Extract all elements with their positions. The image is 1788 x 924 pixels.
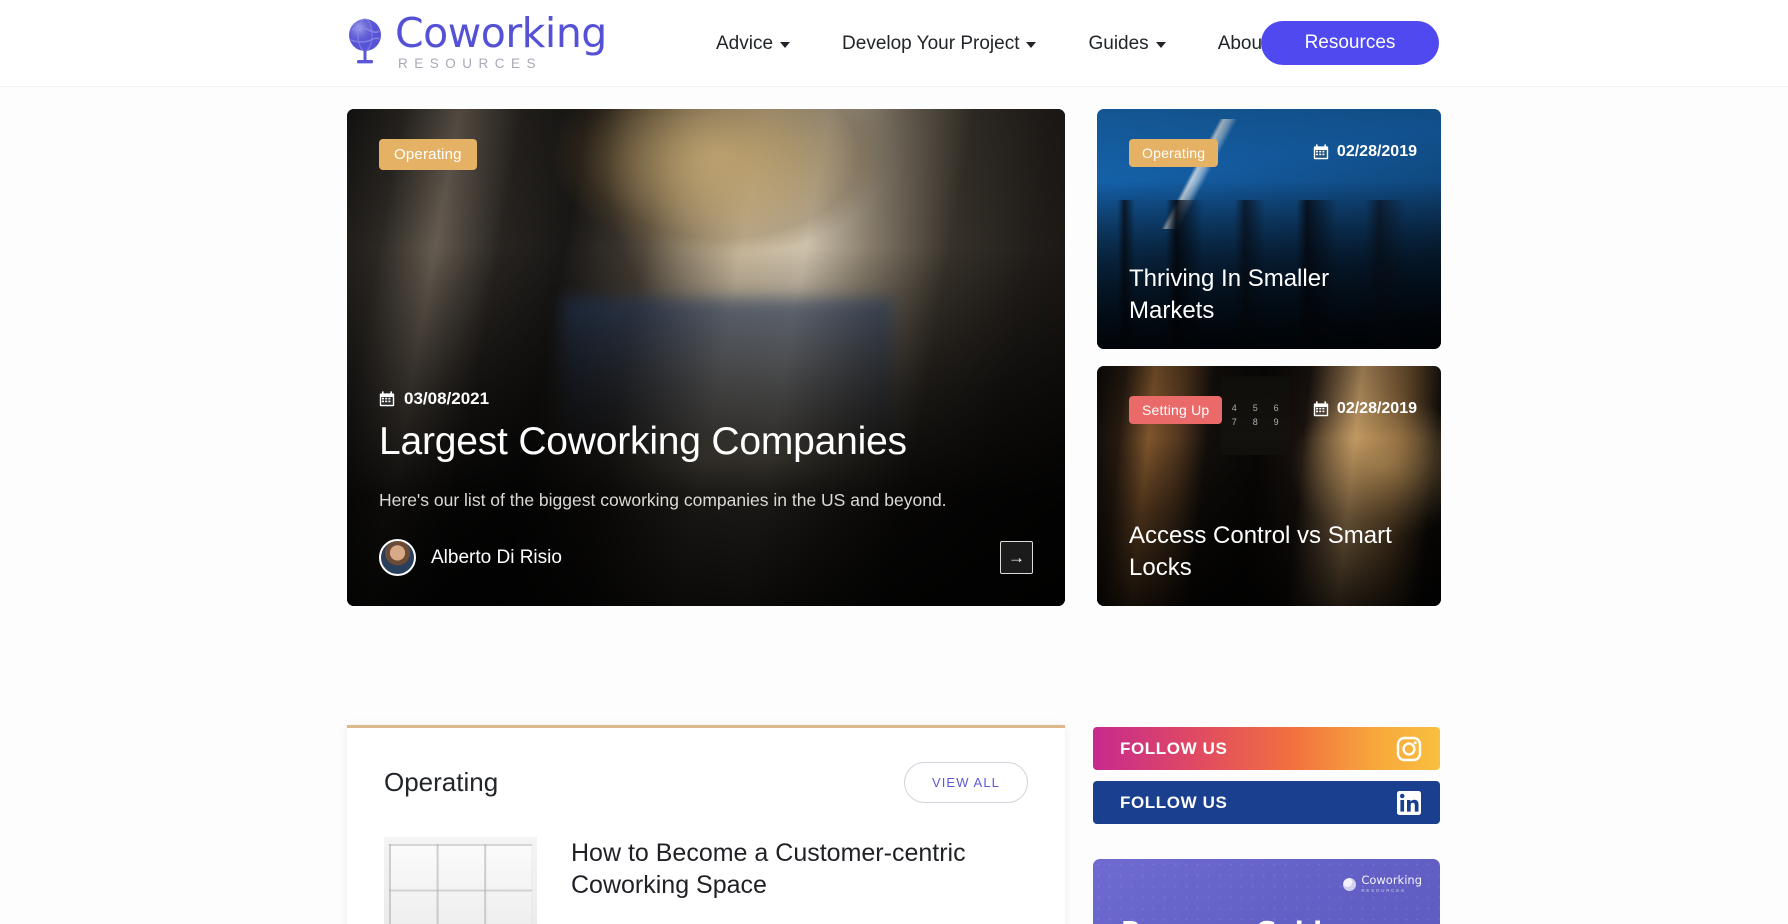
nav-item-advice[interactable]: Advice [690, 33, 816, 55]
featured-article-excerpt: Here's our list of the biggest coworking… [379, 489, 947, 510]
article-text-block: How to Become a Customer-centric Coworki… [571, 837, 1028, 924]
globe-logo-icon [345, 16, 385, 68]
featured-article-footer: Alberto Di Risio → [379, 539, 1033, 576]
author-name: Alberto Di Risio [431, 546, 562, 568]
main-navigation: Advice Develop Your Project Guides About… [690, 0, 1339, 87]
chevron-down-icon [1155, 42, 1166, 48]
article-list-item[interactable]: How to Become a Customer-centric Coworki… [347, 803, 1065, 924]
featured-article-date-row: 03/08/2021 [379, 389, 1033, 409]
site-logo[interactable]: Coworking RESOURCES [345, 9, 607, 71]
read-more-arrow-icon[interactable]: → [1000, 541, 1033, 574]
section-title: Operating [384, 767, 499, 797]
featured-article-body: 03/08/2021 Largest Coworking Companies H… [379, 389, 1033, 576]
side-article-date: 02/28/2019 [1336, 143, 1417, 160]
linkedin-icon [1396, 790, 1422, 816]
follow-instagram-button[interactable]: FOLLOW US [1093, 727, 1440, 770]
follow-label: FOLLOW US [1120, 792, 1228, 812]
side-article-title: Thriving In Smaller Markets [1129, 265, 1330, 325]
guide-logo: Coworking RESOURCES [1343, 873, 1422, 893]
revenue-guide-title: Revenue Guide [1121, 917, 1340, 924]
logo-title: Coworking [395, 9, 607, 57]
follow-linkedin-button[interactable]: FOLLOW US [1093, 781, 1440, 824]
featured-article-title: Largest Coworking Companies [379, 419, 907, 463]
side-article-title: Access Control vs Smart Locks [1129, 522, 1392, 582]
view-all-button[interactable]: VIEW ALL [903, 762, 1028, 803]
featured-article-card[interactable]: Operating 03/08/2021 Largest Coworking C… [347, 109, 1065, 606]
follow-label: FOLLOW US [1120, 738, 1228, 758]
guide-logo-text: Coworking RESOURCES [1361, 873, 1422, 893]
chevron-down-icon [1026, 42, 1037, 48]
guide-logo-subtitle: RESOURCES [1361, 888, 1406, 893]
instagram-icon [1396, 736, 1422, 762]
side-article-date-row: 02/28/2019 [1313, 400, 1417, 418]
page-content: Operating 03/08/2021 Largest Coworking C… [0, 87, 1788, 924]
operating-section-panel: Operating VIEW ALL How to Become a Custo… [347, 725, 1065, 924]
featured-article-date: 03/08/2021 [404, 388, 490, 408]
nav-item-label: Guides [1088, 32, 1149, 54]
calendar-icon [1313, 144, 1329, 160]
status-badge[interactable]: Setting Up [1129, 396, 1223, 424]
nav-item-label: Advice [716, 32, 774, 54]
thumbnail-window [388, 844, 533, 924]
status-badge[interactable]: Operating [1129, 139, 1219, 167]
author-block: Alberto Di Risio [379, 539, 562, 576]
nav-item-label: Develop Your Project [842, 32, 1020, 54]
globe-logo-icon [1343, 877, 1357, 891]
guide-logo-title: Coworking [1361, 873, 1422, 887]
side-article-date-row: 02/28/2019 [1313, 143, 1417, 161]
logo-subtitle: RESOURCES [398, 55, 543, 71]
section-header: Operating VIEW ALL [347, 728, 1065, 803]
article-thumbnail [384, 837, 537, 924]
side-article-card[interactable]: 4 5 6 7 8 9 Setting Up [1097, 366, 1441, 606]
side-article-date: 02/28/2019 [1336, 400, 1417, 417]
nav-item-guides[interactable]: Guides [1062, 33, 1191, 55]
calendar-icon [379, 391, 395, 407]
article-title[interactable]: How to Become a Customer-centric Coworki… [571, 837, 1028, 901]
status-badge[interactable]: Operating [379, 139, 477, 170]
resources-button[interactable]: Resources [1261, 21, 1439, 65]
chevron-down-icon [780, 42, 791, 48]
revenue-guide-banner[interactable]: Coworking RESOURCES Revenue Guide for Co… [1093, 859, 1440, 924]
nav-item-develop-your-project[interactable]: Develop Your Project [816, 33, 1062, 55]
site-header: Coworking RESOURCES Advice Develop Your … [0, 0, 1788, 87]
calendar-icon [1313, 401, 1329, 417]
avatar [379, 539, 416, 576]
side-article-card[interactable]: Operating 02/28/2019 Thriving In Smaller… [1097, 109, 1441, 349]
logo-text: Coworking RESOURCES [395, 9, 607, 71]
page-root: Coworking RESOURCES Advice Develop Your … [0, 0, 1788, 924]
